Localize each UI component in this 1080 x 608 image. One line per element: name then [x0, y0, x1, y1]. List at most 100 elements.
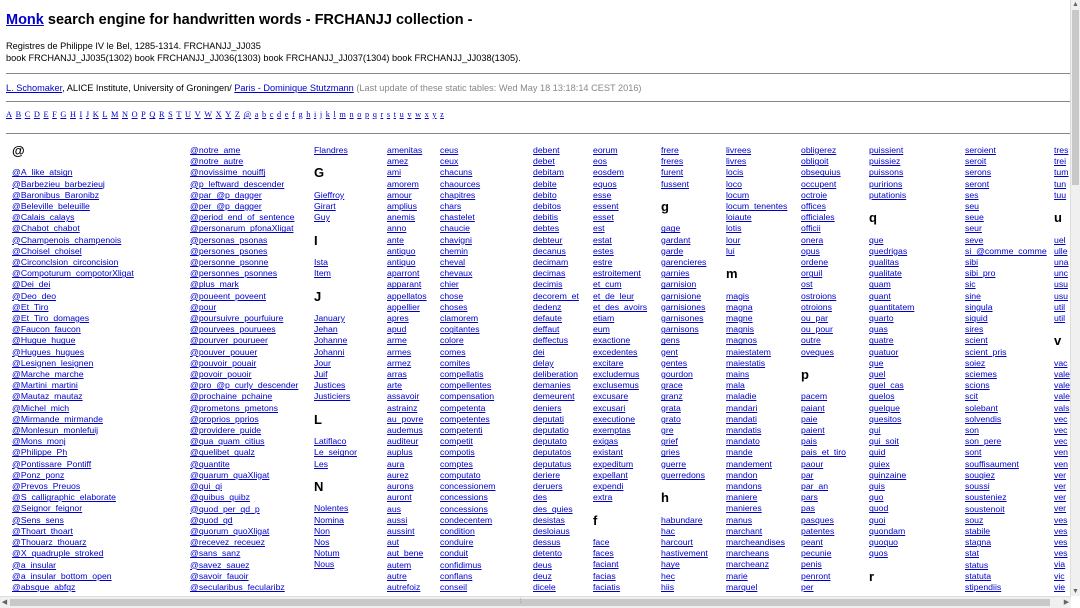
word-link[interactable]: cogitantes	[440, 324, 496, 335]
word-link[interactable]: serons	[965, 167, 1047, 178]
word-link[interactable]: quondam	[869, 526, 914, 537]
word-link[interactable]: @Michel_mich	[12, 403, 134, 414]
word-link[interactable]: orguil	[801, 268, 846, 279]
word-link[interactable]: obligoit	[801, 156, 846, 167]
word-link[interactable]: deputatos	[533, 447, 579, 458]
word-link[interactable]: essent	[593, 201, 647, 212]
word-link[interactable]: @povoir_pouoir	[190, 369, 298, 380]
word-link[interactable]: scions	[965, 380, 1047, 391]
word-link[interactable]: sine	[965, 291, 1047, 302]
word-link[interactable]: @Mirmande_mirmande	[12, 414, 134, 425]
word-link[interactable]: des	[533, 492, 579, 503]
word-link[interactable]: defaute	[533, 313, 579, 324]
word-link[interactable]: amorem	[387, 179, 427, 190]
word-link[interactable]: @period_end_of_sentence	[190, 212, 298, 223]
word-link[interactable]: lour	[726, 235, 787, 246]
word-link[interactable]: ceux	[440, 156, 496, 167]
word-link[interactable]: oveques	[801, 347, 846, 358]
word-link[interactable]: January	[314, 313, 357, 324]
word-link[interactable]: quod	[869, 503, 914, 514]
word-link[interactable]: soiez	[965, 358, 1047, 369]
word-link[interactable]: comptes	[440, 459, 496, 470]
word-link[interactable]: loco	[726, 179, 787, 190]
word-link[interactable]: statuta	[965, 571, 1047, 582]
word-link[interactable]: opus	[801, 246, 846, 257]
word-link[interactable]: mandatis	[726, 425, 787, 436]
word-link[interactable]: au_povre	[387, 414, 427, 425]
word-link[interactable]: @qui_qi	[190, 481, 298, 492]
word-link[interactable]: stat	[965, 548, 1047, 559]
word-link[interactable]: chaources	[440, 179, 496, 190]
word-link[interactable]: hastivement	[661, 548, 708, 559]
word-link[interactable]: excedentes	[593, 347, 647, 358]
word-link[interactable]: @Monlesun_monlefuij	[12, 425, 134, 436]
word-link[interactable]: deputatus	[533, 459, 579, 470]
word-link[interactable]: @quibus_quibz	[190, 492, 298, 503]
word-link[interactable]: decorem_et	[533, 291, 579, 302]
word-link[interactable]: puissiez	[869, 156, 914, 167]
word-link[interactable]: stabile	[965, 526, 1047, 537]
word-link[interactable]: lui	[726, 246, 787, 257]
word-link[interactable]: habundare	[661, 515, 708, 526]
word-link[interactable]: et_cum	[593, 279, 647, 290]
word-link[interactable]: deuz	[533, 571, 579, 582]
word-link[interactable]: sic	[965, 279, 1047, 290]
word-link[interactable]: occupent	[801, 179, 846, 190]
word-link[interactable]: guerre	[661, 459, 708, 470]
word-link[interactable]: cheval	[440, 257, 496, 268]
word-link[interactable]: @Pontissare_Pontiff	[12, 459, 134, 470]
word-link[interactable]: concessionem	[440, 481, 496, 492]
word-link[interactable]: @personnes_psonnes	[190, 268, 298, 279]
word-link[interactable]: @Champenois_champenois	[12, 235, 134, 246]
word-link[interactable]: souz	[965, 515, 1047, 526]
word-link[interactable]: magis	[726, 291, 787, 302]
word-link[interactable]: mandement	[726, 459, 787, 470]
word-link[interactable]: mandato	[726, 436, 787, 447]
word-link[interactable]: deffectus	[533, 335, 579, 346]
word-link[interactable]: ves	[1054, 537, 1070, 548]
word-link[interactable]: scient_pris	[965, 347, 1047, 358]
word-link[interactable]: par_an	[801, 481, 846, 492]
word-link[interactable]: pars	[801, 492, 846, 503]
word-link[interactable]: deputato	[533, 436, 579, 447]
word-link[interactable]: compotis	[440, 447, 496, 458]
word-link[interactable]: ven	[1054, 447, 1070, 458]
word-link[interactable]: debito	[533, 190, 579, 201]
word-link[interactable]: offices	[801, 201, 846, 212]
word-link[interactable]: son	[965, 425, 1047, 436]
word-link[interactable]: eum	[593, 324, 647, 335]
word-link[interactable]: marcheans	[726, 548, 787, 559]
word-link[interactable]: deriere	[533, 470, 579, 481]
word-link[interactable]: auplus	[387, 447, 427, 458]
word-link[interactable]: fussent	[661, 179, 708, 190]
word-link[interactable]: usu	[1054, 279, 1070, 290]
word-link[interactable]: solebant	[965, 403, 1047, 414]
word-link[interactable]: vec	[1054, 436, 1070, 447]
word-link[interactable]: apres	[387, 313, 427, 324]
word-link[interactable]: @pourvees_pouruees	[190, 324, 298, 335]
word-link[interactable]: aparront	[387, 268, 427, 279]
word-link[interactable]: stipendiis	[965, 582, 1047, 593]
word-link[interactable]: Nolentes	[314, 503, 357, 514]
word-link[interactable]: @A_like_atsign	[12, 167, 134, 178]
word-link[interactable]: @quod_qd	[190, 515, 298, 526]
word-link[interactable]: paient	[801, 425, 846, 436]
word-link[interactable]: scient	[965, 335, 1047, 346]
word-link[interactable]: @Beleville_beleuille	[12, 201, 134, 212]
word-link[interactable]: stagna	[965, 537, 1047, 548]
word-link[interactable]: @Chabot_chabot	[12, 223, 134, 234]
scroll-left-icon[interactable]: ◀	[0, 597, 9, 608]
word-link[interactable]: @providere_puide	[190, 425, 298, 436]
horizontal-scrollbar[interactable]: ◀ ⦙ ▶	[0, 596, 1071, 608]
word-link[interactable]: auditeur	[387, 436, 427, 447]
word-link[interactable]: manus	[726, 515, 787, 526]
word-link[interactable]: magnis	[726, 324, 787, 335]
word-link[interactable]: tres	[1054, 145, 1070, 156]
word-link[interactable]: ven	[1054, 459, 1070, 470]
word-link[interactable]: clamorem	[440, 313, 496, 324]
word-link[interactable]: aussi	[387, 515, 427, 526]
word-link[interactable]: grace	[661, 380, 708, 391]
word-link[interactable]: ver	[1054, 481, 1070, 492]
word-link[interactable]: magne	[726, 313, 787, 324]
word-link[interactable]: Juif	[314, 369, 357, 380]
